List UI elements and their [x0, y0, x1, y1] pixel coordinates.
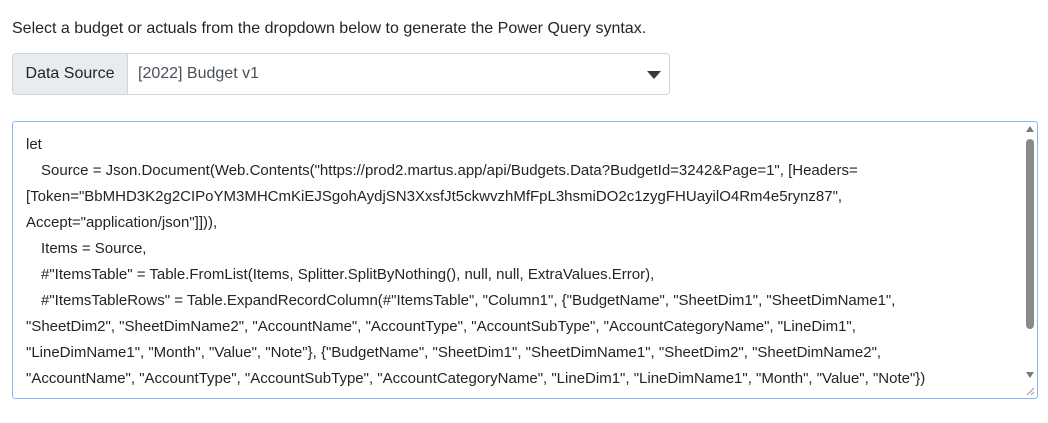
code-line: [Token="BbMHD3K2g2CIPoYM3MHCmKiEJSgohAyd…	[26, 188, 843, 205]
scroll-down-icon[interactable]	[1026, 372, 1034, 378]
power-query-code: let Source = Json.Document(Web.Contents(…	[26, 132, 1021, 392]
power-query-textarea[interactable]: let Source = Json.Document(Web.Contents(…	[12, 121, 1038, 399]
code-line: "SheetDim2", "SheetDimName2", "AccountNa…	[26, 318, 856, 335]
resize-grip-icon[interactable]	[1025, 386, 1035, 396]
code-line: "AccountName", "AccountType", "AccountSu…	[26, 370, 926, 387]
code-line: "LineDimName1", "Month", "Value", "Note"…	[26, 344, 882, 361]
data-source-group: Data Source [2022] Budget v1	[12, 53, 670, 95]
data-source-dropdown[interactable]: [2022] Budget v1	[128, 54, 669, 94]
vertical-scrollbar[interactable]	[1023, 122, 1037, 398]
code-line: #"ItemsTableRows" = Table.ExpandRecordCo…	[41, 292, 896, 309]
code-line: Source = Json.Document(Web.Contents("htt…	[41, 162, 858, 179]
code-line: #"ItemsTable" = Table.FromList(Items, Sp…	[41, 266, 655, 283]
code-line: let	[26, 136, 42, 153]
scroll-up-icon[interactable]	[1026, 126, 1034, 132]
caret-down-icon	[647, 71, 661, 79]
code-line: Accept="application/json"]])),	[26, 214, 218, 231]
instruction-text: Select a budget or actuals from the drop…	[12, 20, 647, 37]
code-line: Items = Source,	[41, 240, 147, 257]
data-source-label: Data Source	[13, 54, 128, 94]
data-source-selected-value: [2022] Budget v1	[138, 65, 259, 82]
scrollbar-thumb[interactable]	[1026, 139, 1034, 329]
